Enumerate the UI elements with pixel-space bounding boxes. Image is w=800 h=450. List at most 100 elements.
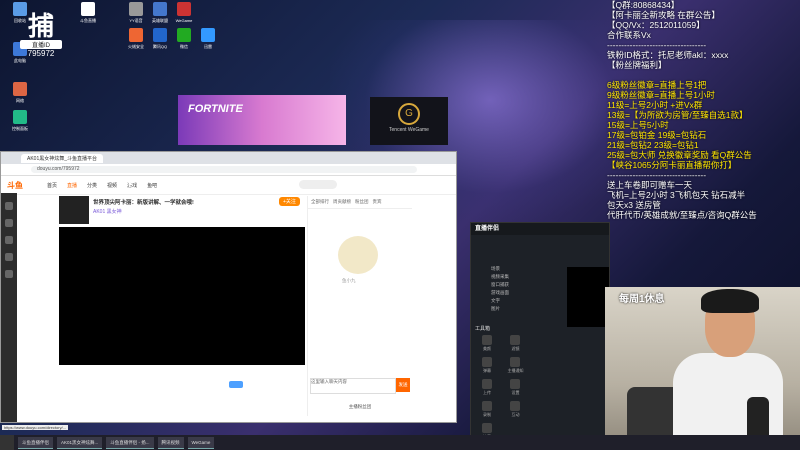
- tool-button[interactable]: 主播通知: [503, 355, 527, 377]
- wegame-banner[interactable]: G Tencent WeGame: [370, 97, 448, 145]
- rail-icon[interactable]: [5, 253, 13, 261]
- overlay-line: 【峡谷1065分阿卡丽直播帮你打】: [607, 160, 737, 170]
- logo-tag: 直播ID: [20, 40, 62, 49]
- overlay-line: 17级=包铂金 19级=包钻石: [607, 130, 707, 140]
- nav-live[interactable]: 直播: [67, 182, 77, 189]
- obs-preview: [567, 267, 609, 327]
- schedule-label: 每周1休息: [619, 294, 665, 305]
- mascot-caption: 鱼小九: [342, 278, 356, 283]
- mascot-image: [338, 236, 378, 274]
- taskbar: 斗鱼直播伴侣 AK01黑女神炫舞... 斗鱼直播伴侣 - 扬... 腾讯视频 W…: [0, 435, 800, 450]
- webcam-feed: 每周1休息: [605, 287, 800, 450]
- fan-group-link[interactable]: 主播粉丝团: [310, 404, 410, 410]
- tool-button[interactable]: 录制: [475, 399, 499, 421]
- overlay-line: 11级=上号2小时 +进Vx群: [607, 100, 703, 110]
- search-input[interactable]: [299, 180, 337, 189]
- streamer-hair: [701, 289, 759, 313]
- taskbar-item[interactable]: 斗鱼直播伴侣 - 扬...: [106, 436, 154, 449]
- site-nav: 斗鱼 首页 直播 分类 视频 游戏 鱼吧: [1, 176, 456, 195]
- nav-home[interactable]: 首页: [47, 182, 57, 189]
- avatar[interactable]: [59, 196, 89, 224]
- tool-button[interactable]: 上传: [475, 377, 499, 399]
- scene-row[interactable]: 图片: [473, 305, 537, 313]
- desktop-icon[interactable]: 斗鱼直播: [70, 2, 106, 23]
- overlay-line: 包天x3 送房管: [607, 200, 661, 210]
- desktop-icon[interactable]: 迅雷: [190, 28, 226, 49]
- tool-button[interactable]: 弹幕: [475, 355, 499, 377]
- douyu-logo[interactable]: 斗鱼: [7, 180, 23, 191]
- desktop-icon[interactable]: 网络: [2, 82, 38, 103]
- overlay-line: -----------------------------------: [607, 40, 707, 50]
- rail-icon[interactable]: [5, 236, 13, 244]
- wegame-icon: G: [398, 103, 420, 125]
- overlay-line: 飞机=上号2小时 3飞机包天 钻石减半: [607, 190, 746, 200]
- scene-row[interactable]: 文字: [473, 297, 537, 305]
- nav-video[interactable]: 视频: [107, 182, 117, 189]
- stream-logo: 捕 直播ID 795972: [20, 12, 62, 58]
- scene-row[interactable]: 游戏画面: [473, 289, 537, 297]
- rail-icon[interactable]: [5, 219, 13, 227]
- wegame-label: Tencent WeGame: [389, 127, 429, 133]
- side-panel: 全部排行 周贡献榜 粉丝团 贵宾 鱼小九 这里输入聊天内容 发送 主播粉丝团: [307, 196, 412, 416]
- overlay-line: 21级=包钻2 23级=包钻1: [607, 140, 699, 150]
- overlay-line: [607, 70, 800, 80]
- overlay-line: 13级=【为所欲为房管/至臻自选1款】: [607, 110, 748, 120]
- left-rail: [1, 193, 17, 422]
- room-title: 世界顶尖阿卡丽：新版讲解、一学就会哦!: [93, 200, 194, 206]
- video-player[interactable]: [59, 227, 305, 365]
- nav-fishbar[interactable]: 鱼吧: [147, 182, 157, 189]
- overlay-line: -----------------------------------: [607, 170, 707, 180]
- tab-weekly[interactable]: 周贡献榜: [333, 199, 351, 205]
- overlay-line: 【QQ/Vx：2512011059】: [607, 20, 705, 30]
- tool-button[interactable]: 滤镜: [503, 333, 527, 355]
- taskbar-item[interactable]: 斗鱼直播伴侣: [18, 436, 53, 449]
- status-url: https://www.douyu.com/directory/...: [2, 425, 69, 430]
- browser-window[interactable]: AK01黑女神炫舞_斗鱼直播平台 douyu.com/795972 斗鱼 首页 …: [0, 151, 457, 423]
- taskbar-item[interactable]: WeGame: [187, 436, 215, 449]
- overlay-line: 合作联系Vx: [607, 30, 651, 40]
- rail-icon[interactable]: [5, 202, 13, 210]
- overlay-line: 铁粉ID格式：托尼老师akl：xxxx: [607, 50, 729, 60]
- overlay-line: 【Q群:80868434】: [607, 0, 680, 10]
- tool-button[interactable]: 设置: [503, 377, 527, 399]
- send-button[interactable]: 发送: [396, 378, 410, 392]
- taskbar-item[interactable]: AK01黑女神炫舞...: [57, 436, 103, 449]
- room-number: 795972: [27, 49, 55, 58]
- scene-row[interactable]: 窗口捕获: [473, 281, 537, 289]
- tool-button[interactable]: 美颜: [475, 333, 499, 355]
- tool-button[interactable]: 互动: [503, 399, 527, 421]
- taskbar-item[interactable]: 腾讯视频: [157, 436, 184, 449]
- tab-fans[interactable]: 粉丝团: [355, 199, 369, 205]
- scene-row[interactable]: 场景: [473, 265, 537, 273]
- desktop-icon[interactable]: WeGame: [166, 2, 202, 23]
- chat-input[interactable]: 这里输入聊天内容: [310, 378, 396, 394]
- overlay-line: 代肝代币/英雄成就/至臻点/咨询Q群公告: [607, 210, 757, 220]
- browser-tab[interactable]: AK01黑女神炫舞_斗鱼直播平台: [21, 153, 104, 163]
- overlay-line: 15级=上号5小时: [607, 120, 669, 130]
- room-header: 世界顶尖阿卡丽：新版讲解、一学就会哦! AK01 黑女神 +关注: [59, 196, 309, 224]
- scene-list: 场景 视频采集 窗口捕获 游戏画面 文字 图片: [473, 265, 537, 323]
- logo-char: 捕: [27, 11, 54, 41]
- overlay-line: 【阿卡丽全新攻略 在群公告】: [607, 10, 720, 20]
- scene-row[interactable]: 视频采集: [473, 273, 537, 281]
- tool-grid: 美颜 滤镜 弹幕 主播通知 上传 设置 录制 互动 连麦: [475, 333, 551, 443]
- nav-category[interactable]: 分类: [87, 182, 97, 189]
- desktop-icon[interactable]: 控制面板: [2, 110, 38, 131]
- broadcast-companion-window[interactable]: 直播伴侣 场景 视频采集 窗口捕获 游戏画面 文字 图片 工具箱 美颜 滤镜 弹…: [470, 222, 610, 439]
- rail-icon[interactable]: [5, 270, 13, 278]
- overlay-line: 【粉丝牌福利】: [607, 60, 667, 70]
- follow-button[interactable]: +关注: [279, 197, 300, 206]
- fortnite-title: FORTNITE: [188, 103, 243, 115]
- overlay-line: 送上车卷即可赠车一天: [607, 180, 693, 190]
- tools-label: 工具箱: [475, 326, 491, 332]
- tab-vip[interactable]: 贵宾: [373, 199, 382, 205]
- overlay-line: 25级=包大师 兑换徽章奖励 看Q群公告: [607, 150, 752, 160]
- tab-bar: AK01黑女神炫舞_斗鱼直播平台: [1, 152, 456, 164]
- start-button[interactable]: [0, 435, 14, 450]
- tab-ranking[interactable]: 全部排行: [311, 199, 329, 205]
- overlay-line: 9级粉丝徽章=直播上号1小时: [607, 90, 715, 100]
- url-field[interactable]: douyu.com/795972: [31, 166, 417, 173]
- gift-button[interactable]: [229, 381, 243, 388]
- obs-title: 直播伴侣: [471, 223, 609, 235]
- overlay-line: 6级粉丝徽章=直播上号1把: [607, 80, 707, 90]
